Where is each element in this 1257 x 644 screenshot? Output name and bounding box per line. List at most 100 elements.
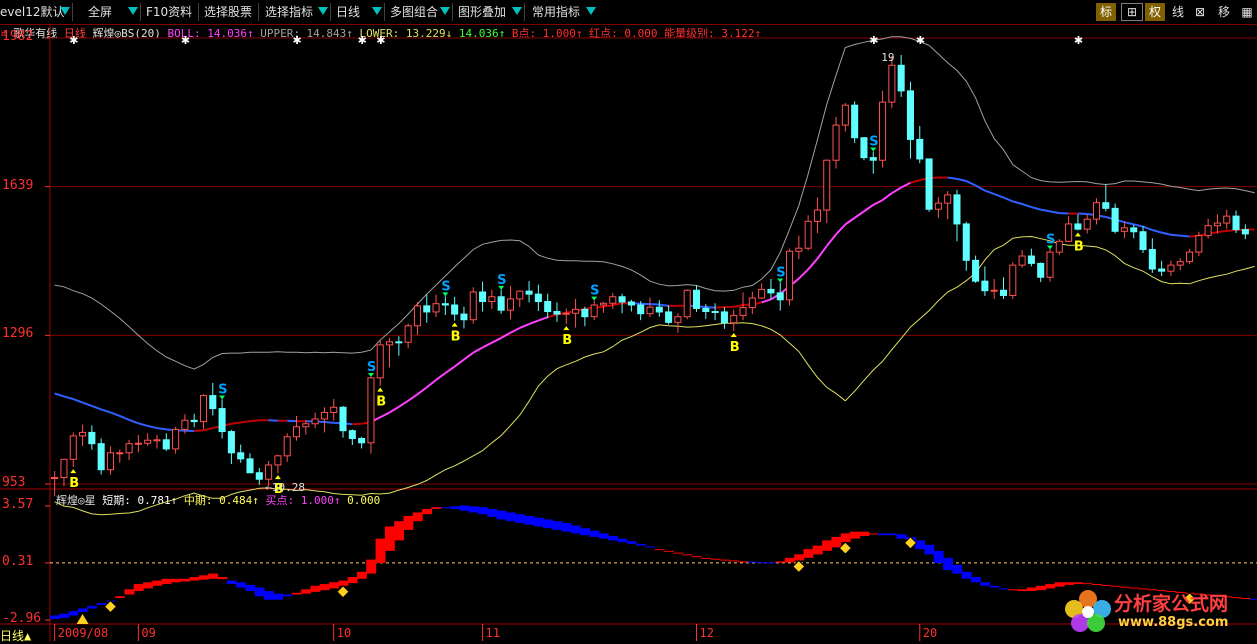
osc-bar — [217, 577, 227, 579]
candle-body — [470, 292, 476, 320]
candle-body — [1214, 223, 1220, 226]
candle-body — [507, 299, 513, 310]
candle-body — [498, 297, 504, 310]
candle-body — [228, 432, 234, 453]
mid-band-segment — [1143, 227, 1152, 230]
osc-bar — [850, 532, 860, 539]
upper-band-line — [55, 37, 1255, 369]
candle-body — [293, 427, 299, 437]
candle-body — [173, 429, 179, 449]
buy-arrow-icon — [452, 323, 458, 327]
osc-bar — [283, 595, 293, 597]
candle-body — [1187, 252, 1193, 262]
mid-band-segment — [408, 394, 417, 401]
mid-band-segment — [455, 360, 464, 367]
osc-bar — [915, 540, 925, 549]
candle-body — [600, 303, 606, 305]
osc-bar — [78, 608, 88, 611]
mid-band-segment — [1217, 231, 1226, 232]
candle-body — [135, 443, 141, 444]
candle-body — [396, 342, 402, 343]
candle-body — [80, 432, 86, 435]
osc-bar — [562, 523, 572, 532]
mid-band-segment — [1227, 230, 1236, 231]
y-tick-label: 1639 — [2, 178, 33, 193]
candle-body — [814, 210, 820, 221]
candle-body — [331, 407, 337, 412]
candle-body — [238, 453, 244, 459]
buy-arrow-icon — [275, 475, 281, 479]
candle-body — [684, 290, 690, 316]
buy-signal: B — [562, 333, 572, 348]
mid-band-segment — [910, 180, 919, 183]
buy-signal: B — [451, 330, 461, 345]
candle-body — [712, 311, 718, 312]
candle-body — [945, 195, 951, 203]
osc-bar — [338, 581, 348, 586]
mid-band-segment — [966, 181, 975, 185]
candle-body — [1084, 219, 1090, 229]
candle-body — [880, 102, 886, 160]
mid-band-segment — [892, 188, 901, 194]
candle-body — [1242, 230, 1248, 234]
candle-body — [740, 308, 746, 316]
candle-body — [1093, 203, 1099, 219]
osc-bar — [841, 533, 851, 542]
candle-body — [898, 65, 904, 91]
x-tick-label: 10 — [337, 626, 351, 640]
triangle-marker-icon — [77, 614, 89, 624]
osc-bar — [320, 584, 330, 590]
candle-body — [824, 160, 830, 210]
mid-band-segment — [1022, 204, 1031, 207]
candle-body — [1047, 252, 1053, 277]
sell-signal: S — [367, 360, 376, 375]
high-annotation: 19 — [881, 51, 894, 64]
candle-body — [619, 297, 625, 302]
footer-tab[interactable]: 日线▲ — [0, 627, 31, 644]
mid-band-segment — [762, 299, 771, 302]
candle-body — [1010, 265, 1016, 295]
osc-bar — [422, 509, 432, 514]
osc-bar — [813, 546, 823, 555]
osc-bar — [431, 507, 441, 509]
osc-bar — [859, 532, 869, 536]
mid-band-segment — [799, 269, 808, 278]
osc-bar — [608, 536, 618, 540]
osc-bar — [97, 603, 107, 605]
candle-body — [954, 195, 960, 224]
candle-body — [889, 65, 895, 102]
osc-bar — [264, 591, 274, 600]
candle-body — [200, 396, 206, 422]
candle-body — [266, 465, 272, 479]
candle-body — [61, 459, 67, 477]
mid-band-segment — [250, 420, 259, 421]
candle-body — [1196, 236, 1202, 252]
mid-band-segment — [483, 343, 492, 348]
candle-body — [405, 326, 411, 342]
mid-band-segment — [855, 211, 864, 218]
x-tick-label: 20 — [923, 626, 937, 640]
osc-bar — [478, 507, 488, 514]
candle-body — [191, 420, 197, 421]
osc-tick-label: 3.57 — [2, 497, 33, 512]
candle-body — [480, 292, 486, 302]
candle-body — [52, 477, 58, 478]
buy-arrow-icon — [70, 469, 76, 473]
candle-body — [1121, 228, 1127, 231]
candle-body — [182, 420, 188, 429]
osc-bar — [1045, 584, 1055, 588]
candle-body — [991, 290, 997, 291]
osc-bar — [1027, 588, 1037, 591]
osc-bar — [162, 579, 172, 584]
chart-canvas[interactable]: BBBBBBBSSSSSSSS✱✱✱✱✱✱✱✱19←10.28 — [0, 0, 1257, 641]
osc-bar — [683, 554, 693, 555]
mid-band-segment — [324, 422, 333, 423]
osc-bar — [645, 547, 655, 548]
buy-signal: B — [69, 476, 79, 491]
mid-band-segment — [817, 246, 826, 259]
osc-bar — [794, 554, 804, 560]
diamond-marker-icon — [104, 601, 116, 613]
osc-bar — [692, 556, 702, 557]
osc-bar — [50, 615, 60, 618]
osc-bar — [590, 531, 600, 537]
